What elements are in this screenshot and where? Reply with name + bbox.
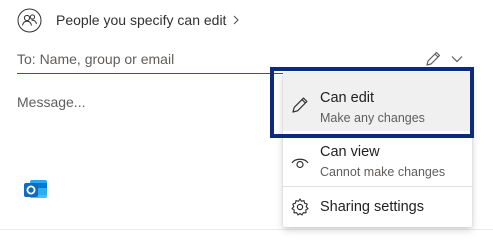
permission-menu: Can edit Make any changes Can view Canno… (283, 73, 472, 227)
menu-item-title: Can edit (320, 90, 375, 106)
footer-divider (0, 229, 493, 230)
menu-item-subtitle: Make any changes (320, 111, 425, 125)
menu-item-can-edit[interactable]: Can edit Make any changes (283, 73, 472, 131)
menu-item-can-view[interactable]: Can view Cannot make changes (283, 131, 472, 186)
outlook-icon[interactable] (21, 174, 51, 204)
menu-item-subtitle: Cannot make changes (320, 165, 446, 179)
link-setting-text[interactable]: People you specify can edit (56, 12, 226, 28)
gear-icon (290, 197, 310, 217)
to-field-container (17, 50, 407, 74)
message-input[interactable] (17, 94, 257, 154)
people-icon (17, 8, 42, 33)
menu-item-sharing-settings[interactable]: Sharing settings (283, 187, 472, 227)
pencil-icon (424, 50, 442, 68)
menu-item-title: Sharing settings (320, 199, 424, 215)
chevron-right-icon (232, 14, 240, 26)
menu-item-title: Can view (320, 144, 380, 160)
eye-icon (290, 153, 310, 173)
pencil-icon (290, 95, 310, 115)
permission-dropdown-button[interactable] (424, 48, 468, 70)
chevron-down-icon (450, 54, 464, 64)
link-settings-row[interactable]: People you specify can edit (17, 7, 240, 33)
recipient-input[interactable] (17, 50, 407, 67)
